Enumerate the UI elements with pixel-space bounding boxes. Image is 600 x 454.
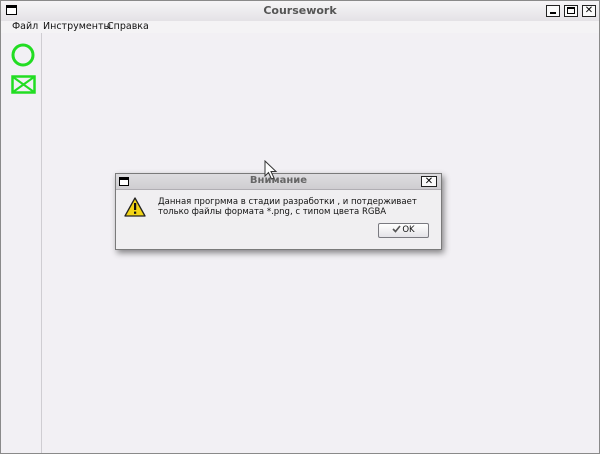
warning-dialog: Внимание ✕ Данная прогрмма в стадии разр… [115, 173, 442, 250]
title-bar[interactable]: Coursework ✕ [1, 1, 599, 22]
ok-label: OK [402, 225, 415, 235]
ok-button[interactable]: OK [378, 223, 429, 238]
close-icon: ✕ [424, 176, 434, 187]
mouse-cursor-icon [264, 160, 278, 180]
menu-tools[interactable]: Инструменты [43, 21, 111, 33]
dialog-title-bar[interactable]: Внимание ✕ [116, 174, 441, 190]
envelope-tool-button[interactable] [11, 75, 37, 101]
window-title: Coursework [263, 4, 337, 17]
dialog-close-button[interactable]: ✕ [421, 176, 437, 187]
dialog-message: Данная прогрмма в стадии разработки , и … [158, 197, 417, 217]
tool-panel [1, 33, 42, 453]
minimize-button[interactable] [546, 5, 560, 17]
circle-tool-button[interactable] [11, 43, 37, 69]
checkmark-icon [392, 225, 401, 233]
circle-tool-icon [11, 43, 35, 67]
menu-bar: Файл Инструменты Справка [1, 21, 599, 33]
close-button[interactable]: ✕ [582, 5, 596, 17]
maximize-icon [567, 7, 575, 14]
menu-file[interactable]: Файл [12, 21, 38, 33]
maximize-button[interactable] [564, 5, 578, 17]
minimize-icon [550, 12, 556, 14]
dialog-title: Внимание [249, 175, 308, 186]
warning-icon [124, 197, 146, 217]
menu-help[interactable]: Справка [107, 21, 149, 33]
envelope-tool-icon [11, 75, 36, 94]
close-icon: ✕ [584, 5, 594, 16]
